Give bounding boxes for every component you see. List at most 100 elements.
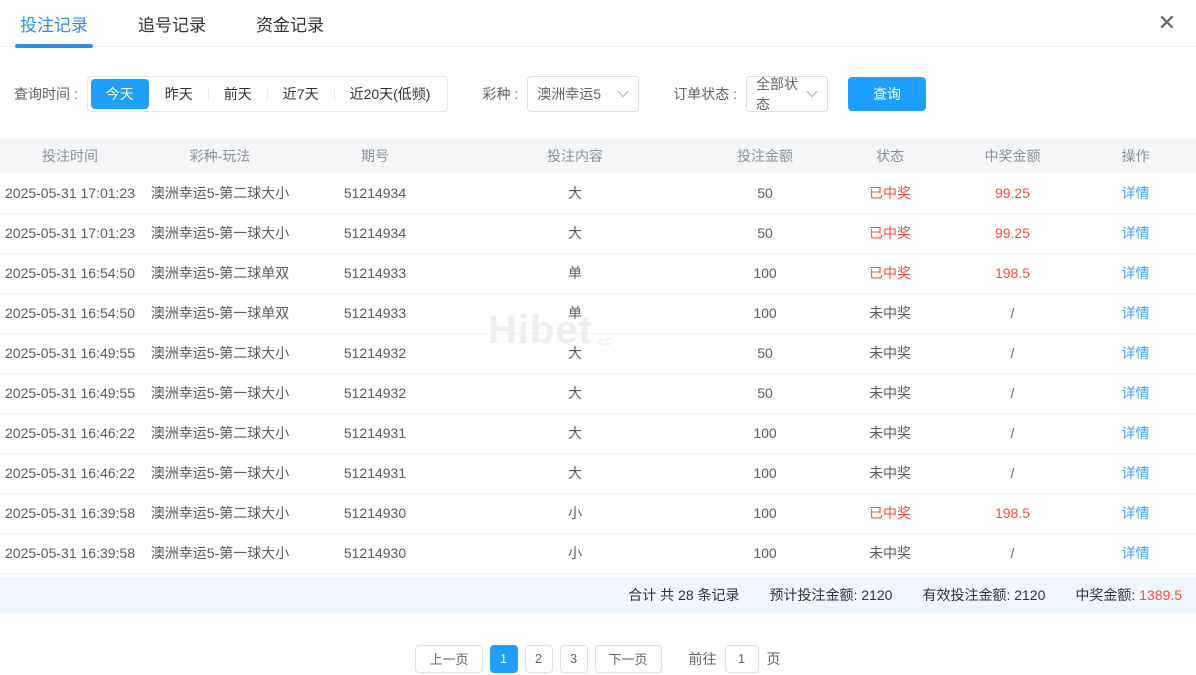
issue-number: 51214930 xyxy=(300,533,450,573)
time-option-20days[interactable]: 近20天(低频) xyxy=(335,79,446,109)
issue-number: 51214930 xyxy=(300,493,450,533)
table-row: 2025-05-31 17:01:23澳洲幸运5-第二球大小51214934大5… xyxy=(0,173,1196,213)
bet-content: 单 xyxy=(450,253,700,293)
tab-label: 投注记录 xyxy=(20,11,88,36)
prev-page-button[interactable]: 上一页 xyxy=(415,645,482,673)
tab-bet-records[interactable]: 投注记录 xyxy=(14,0,94,46)
bet-time: 2025-05-31 16:46:22 xyxy=(0,453,140,493)
detail-link[interactable]: 详情 xyxy=(1075,413,1196,453)
bet-amount: 100 xyxy=(700,413,830,453)
bet-time: 2025-05-31 16:39:58 xyxy=(0,493,140,533)
bet-time: 2025-05-31 16:49:55 xyxy=(0,333,140,373)
bet-amount: 100 xyxy=(700,493,830,533)
detail-link[interactable]: 详情 xyxy=(1075,253,1196,293)
goto-page-input[interactable] xyxy=(725,645,759,673)
detail-link[interactable]: 详情 xyxy=(1075,533,1196,573)
detail-link[interactable]: 详情 xyxy=(1075,333,1196,373)
order-status-label: 订单状态 : xyxy=(673,84,737,104)
detail-link[interactable]: 详情 xyxy=(1075,453,1196,493)
bet-content: 小 xyxy=(450,533,700,573)
time-option-7days[interactable]: 近7天 xyxy=(268,79,334,109)
prize-amount: / xyxy=(950,413,1075,453)
game-play: 澳洲幸运5-第一球大小 xyxy=(140,373,300,413)
page-button-1[interactable]: 1 xyxy=(490,645,518,673)
column-header: 操作 xyxy=(1075,138,1196,173)
status-badge: 未中奖 xyxy=(830,533,950,573)
query-time-label: 查询时间 : xyxy=(14,84,78,104)
bet-content: 大 xyxy=(450,453,700,493)
prize-total-value: 1389.5 xyxy=(1139,587,1182,603)
issue-number: 51214932 xyxy=(300,333,450,373)
bet-amount: 100 xyxy=(700,533,830,573)
status-badge: 已中奖 xyxy=(830,213,950,253)
status-badge: 已中奖 xyxy=(830,173,950,213)
detail-link[interactable]: 详情 xyxy=(1075,213,1196,253)
issue-number: 51214931 xyxy=(300,453,450,493)
table-row: 2025-05-31 16:39:58澳洲幸运5-第一球大小51214930小1… xyxy=(0,533,1196,573)
prize-amount: / xyxy=(950,333,1075,373)
table-row: 2025-05-31 16:46:22澳洲幸运5-第二球大小51214931大1… xyxy=(0,413,1196,453)
order-status-select[interactable]: 全部状态 xyxy=(746,76,828,112)
bet-amount: 50 xyxy=(700,213,830,253)
table-body: 2025-05-31 17:01:23澳洲幸运5-第二球大小51214934大5… xyxy=(0,173,1196,573)
next-page-button[interactable]: 下一页 xyxy=(595,645,662,673)
tab-bar: 投注记录 追号记录 资金记录 ✕ xyxy=(0,0,1196,47)
column-header: 状态 xyxy=(830,138,950,173)
detail-link[interactable]: 详情 xyxy=(1075,293,1196,333)
bet-amount: 50 xyxy=(700,333,830,373)
table-row: 2025-05-31 16:54:50澳洲幸运5-第二球单双51214933单1… xyxy=(0,253,1196,293)
table-row: 2025-05-31 16:54:50澳洲幸运5-第一球单双51214933单1… xyxy=(0,293,1196,333)
time-option-day-before[interactable]: 前天 xyxy=(209,79,267,109)
game-play: 澳洲幸运5-第一球大小 xyxy=(140,213,300,253)
column-header: 彩种-玩法 xyxy=(140,138,300,173)
tab-label: 追号记录 xyxy=(138,11,206,36)
goto-page: 前往 页 xyxy=(689,645,781,673)
column-header: 投注金额 xyxy=(700,138,830,173)
page-button-3[interactable]: 3 xyxy=(560,645,588,673)
bet-content: 大 xyxy=(450,413,700,453)
prize-amount: / xyxy=(950,293,1075,333)
total-records: 合计 共 28 条记录 xyxy=(628,585,739,605)
prize-amount: / xyxy=(950,453,1075,493)
summary-row: 合计 共 28 条记录 预计投注金额: 2120 有效投注金额: 2120 中奖… xyxy=(0,577,1196,614)
bet-time: 2025-05-31 16:39:58 xyxy=(0,533,140,573)
game-play: 澳洲幸运5-第二球大小 xyxy=(140,333,300,373)
prize-total-label: 中奖金额: xyxy=(1075,587,1135,603)
time-range-group: 今天 昨天 前天 近7天 近20天(低频) xyxy=(87,76,449,112)
bet-time: 2025-05-31 16:49:55 xyxy=(0,373,140,413)
status-badge: 未中奖 xyxy=(830,413,950,453)
chevron-down-icon xyxy=(806,90,818,98)
tab-chase-records[interactable]: 追号记录 xyxy=(132,0,212,46)
game-play: 澳洲幸运5-第二球大小 xyxy=(140,173,300,213)
detail-link[interactable]: 详情 xyxy=(1075,493,1196,533)
expected-bet-amount: 预计投注金额: 2120 xyxy=(770,585,893,605)
detail-link[interactable]: 详情 xyxy=(1075,373,1196,413)
close-icon[interactable]: ✕ xyxy=(1154,8,1180,38)
table-row: 2025-05-31 16:39:58澳洲幸运5-第二球大小51214930小1… xyxy=(0,493,1196,533)
page-button-2[interactable]: 2 xyxy=(525,645,553,673)
bet-time: 2025-05-31 16:46:22 xyxy=(0,413,140,453)
status-badge: 已中奖 xyxy=(830,493,950,533)
lottery-label: 彩种 : xyxy=(482,84,518,104)
goto-label: 前往 xyxy=(689,649,717,669)
detail-link[interactable]: 详情 xyxy=(1075,173,1196,213)
time-option-today[interactable]: 今天 xyxy=(91,79,149,109)
bet-content: 单 xyxy=(450,293,700,333)
bet-content: 大 xyxy=(450,333,700,373)
tab-fund-records[interactable]: 资金记录 xyxy=(250,0,330,46)
bet-content: 小 xyxy=(450,493,700,533)
goto-suffix: 页 xyxy=(767,649,781,669)
valid-bet-amount: 有效投注金额: 2120 xyxy=(922,585,1045,605)
lottery-select[interactable]: 澳洲幸运5 xyxy=(527,76,639,112)
prize-amount: 99.25 xyxy=(950,173,1075,213)
bet-time: 2025-05-31 16:54:50 xyxy=(0,253,140,293)
pagination: 上一页 1 2 3 下一页 前往 页 xyxy=(0,645,1196,673)
prize-total: 中奖金额: 1389.5 xyxy=(1075,585,1182,605)
tab-label: 资金记录 xyxy=(256,11,324,36)
column-header: 投注时间 xyxy=(0,138,140,173)
column-header: 中奖金额 xyxy=(950,138,1075,173)
bet-amount: 50 xyxy=(700,373,830,413)
time-option-yesterday[interactable]: 昨天 xyxy=(150,79,208,109)
order-status-select-value: 全部状态 xyxy=(756,74,800,114)
query-button[interactable]: 查询 xyxy=(848,77,926,111)
